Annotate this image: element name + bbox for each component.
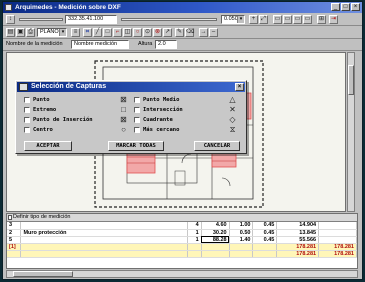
save-icon[interactable]: ▣ (16, 28, 25, 37)
pan-icon[interactable]: ↕ (6, 15, 15, 24)
scroll-thumb[interactable] (13, 271, 73, 277)
select-all-button[interactable]: MARCAR TODAS (108, 141, 164, 151)
select-icon[interactable]: ⌗ (83, 28, 92, 37)
panel-icon (8, 215, 12, 220)
checkbox[interactable] (134, 117, 140, 123)
area-icon[interactable]: ◫ (123, 28, 132, 37)
total-row[interactable]: 178.281 178.281 (7, 250, 357, 258)
dash-icon[interactable]: – (209, 28, 218, 37)
option-cuadrante[interactable]: Cuadrante (134, 116, 173, 124)
checkbox[interactable] (24, 97, 30, 103)
polyline-icon[interactable]: ⌐ (113, 28, 122, 37)
zoom-combo[interactable]: 0.050 ▾ (221, 15, 245, 24)
toolbar-zoom: ↕ 332.35.41.100 0.050 ▾ + ⤢ ▭ ▭ ▭ ▭ ⊞ ⇥ (3, 14, 362, 26)
zoom-in-icon[interactable]: + (249, 15, 258, 24)
checkbox[interactable] (24, 107, 30, 113)
horizontal-scrollbar[interactable] (6, 270, 358, 278)
square-cross-icon: ⊠ (120, 95, 127, 104)
erase-icon[interactable]: ⌫ (185, 28, 194, 37)
measure-icon[interactable]: ↗ (163, 28, 172, 37)
subtotal-row[interactable]: [1] 178.281 178.281 (7, 243, 357, 251)
table-row[interactable]: 2 Muro protección 1 30.20 0.50 0.45 13.8… (7, 229, 357, 237)
vertical-scrollbar[interactable] (347, 52, 355, 212)
capture-selection-dialog: Selección de Capturas × Punto Extremo Pu… (15, 80, 247, 154)
accept-button[interactable]: ACEPTAR (24, 141, 72, 151)
triangle-icon: △ (229, 95, 236, 104)
circle-icon: ○ (121, 125, 126, 134)
option-punto[interactable]: Punto (24, 96, 50, 104)
close-button[interactable]: × (351, 3, 360, 11)
table-row[interactable]: 3 4 4.60 1.00 0.45 14.904 (7, 222, 357, 230)
hourglass-icon: ⧖ (229, 125, 236, 134)
table-row[interactable]: 5 1 88.28 1.40 0.45 55.566 (7, 236, 357, 244)
snap-icon[interactable]: ⊗ (153, 28, 162, 37)
minimize-button[interactable]: _ (331, 3, 340, 11)
window-title: Arquimedes - Medición sobre DXF (15, 4, 121, 11)
dialog-title: Selección de Capturas (31, 83, 107, 90)
grid-icon[interactable]: ⊞ (317, 15, 326, 24)
zoom-slider[interactable] (19, 18, 63, 21)
checkbox[interactable] (134, 107, 140, 113)
open-icon[interactable]: ▤ (6, 28, 15, 37)
application-window: Arquimedes - Medición sobre DXF _ □ × ↕ … (2, 1, 363, 280)
checkbox[interactable] (24, 117, 30, 123)
height-label: Altura (138, 41, 153, 47)
window-c-icon[interactable]: ▭ (293, 15, 302, 24)
checkbox[interactable] (134, 127, 140, 133)
measurements-header: Definir tipo de medición (7, 214, 357, 222)
dialog-title-bar[interactable]: Selección de Capturas × (17, 82, 245, 92)
maximize-button[interactable]: □ (341, 3, 350, 11)
title-bar[interactable]: Arquimedes - Medición sobre DXF _ □ × (3, 2, 362, 13)
window-b-icon[interactable]: ▭ (283, 15, 292, 24)
height-input[interactable]: 2.0 (155, 40, 177, 49)
square-x-icon: ⊠ (120, 115, 127, 124)
option-extremo[interactable]: Extremo (24, 106, 56, 114)
option-interseccion[interactable]: Intersección (134, 106, 183, 114)
option-mas-cercano[interactable]: Más cercano (134, 126, 179, 134)
active-cell[interactable]: 88.28 (201, 236, 230, 244)
name-label: Nombre de la medición (6, 41, 63, 47)
count-icon[interactable]: ⊙ (143, 28, 152, 37)
option-punto-medio[interactable]: Punto Medio (134, 96, 179, 104)
measurement-bar: Nombre de la medición Nombre medición Al… (3, 39, 362, 51)
chevron-down-icon[interactable]: ▾ (237, 16, 244, 23)
diamond-icon: ◇ (229, 115, 236, 124)
zoom-fit-icon[interactable]: ⤢ (259, 15, 268, 24)
scale-slider[interactable] (121, 18, 217, 21)
measurements-table: 3 4 4.60 1.00 0.45 14.904 2 Muro protecc… (7, 222, 357, 258)
dialog-icon (19, 83, 28, 91)
circle-icon[interactable]: ○ (133, 28, 142, 37)
close-icon[interactable]: × (235, 83, 244, 91)
window-a-icon[interactable]: ▭ (273, 15, 282, 24)
print-icon[interactable]: ⎙ (26, 28, 35, 37)
arrow-icon[interactable]: → (199, 28, 208, 37)
coordinate-field[interactable]: 332.35.41.100 (65, 15, 117, 24)
chevron-down-icon[interactable]: ▾ (59, 29, 66, 36)
window-d-icon[interactable]: ▭ (303, 15, 312, 24)
option-centro[interactable]: Centro (24, 126, 53, 134)
cancel-button[interactable]: CANCELAR (194, 141, 240, 151)
measurement-name-input[interactable]: Nombre medición (71, 40, 129, 49)
x-icon: ✕ (229, 105, 236, 114)
toolbar-tools: ▤ ▣ ⎙ PLANO ▾ ≡ ⌗ ╱ □ ⌐ ◫ ○ ⊙ ⊗ ↗ ✎ ⌫ → … (3, 27, 362, 39)
layer-combo[interactable]: PLANO ▾ (37, 28, 67, 37)
measurements-panel: Definir tipo de medición 3 4 4.60 1.00 0… (6, 213, 358, 269)
square-icon: □ (121, 105, 126, 114)
scroll-thumb[interactable] (348, 65, 354, 95)
layers-icon[interactable]: ≡ (71, 28, 80, 37)
exit-icon[interactable]: ⇥ (329, 15, 338, 24)
rectangle-icon[interactable]: □ (103, 28, 112, 37)
app-icon[interactable] (5, 4, 12, 11)
line-icon[interactable]: ╱ (93, 28, 102, 37)
checkbox[interactable] (24, 127, 30, 133)
option-punto-insercion[interactable]: Punto de Inserción (24, 116, 93, 124)
checkbox[interactable] (134, 97, 140, 103)
pencil-icon[interactable]: ✎ (175, 28, 184, 37)
